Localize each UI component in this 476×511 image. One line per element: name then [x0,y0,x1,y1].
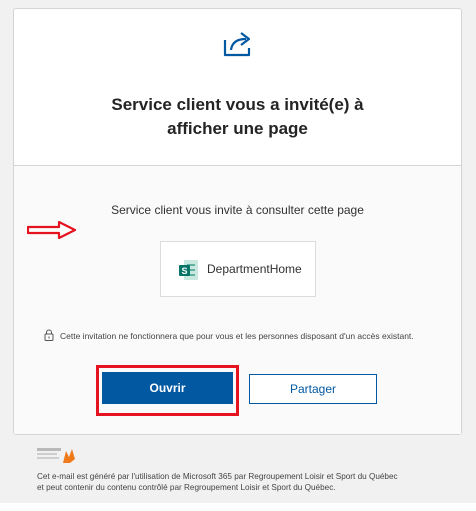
access-notice: Cette invitation ne fonctionnera que pou… [44,328,414,344]
open-button[interactable]: Ouvrir [102,372,233,404]
title-line-1: Service client vous a invité(e) à [111,95,364,114]
title-line-2: afficher une page [167,119,308,138]
footer-line-1: Cet e-mail est généré par l'utilisation … [37,472,398,481]
bottom-strip [0,503,476,511]
document-name: DepartmentHome [207,262,302,276]
sharepoint-page-icon: S [179,260,198,280]
card-header: Service client vous a invité(e) à affich… [14,9,461,166]
invitation-card: Service client vous a invité(e) à affich… [13,8,462,435]
page-title: Service client vous a invité(e) à affich… [44,93,431,141]
document-tile[interactable]: S DepartmentHome [160,241,316,297]
share-arrow-icon [223,32,251,57]
share-button[interactable]: Partager [249,374,377,404]
svg-text:S: S [181,266,187,276]
pointer-arrow-icon [27,221,77,239]
invite-message: Service client vous invite à consulter c… [111,203,364,217]
lock-icon [44,329,54,341]
footer-line-2: et peut contenir du contenu contrôlé par… [37,483,336,492]
footer-disclaimer: Cet e-mail est généré par l'utilisation … [37,471,457,493]
organization-logo [37,448,75,463]
card-body: Service client vous invite à consulter c… [14,166,461,434]
notice-text: Cette invitation ne fonctionnera que pou… [60,331,414,341]
